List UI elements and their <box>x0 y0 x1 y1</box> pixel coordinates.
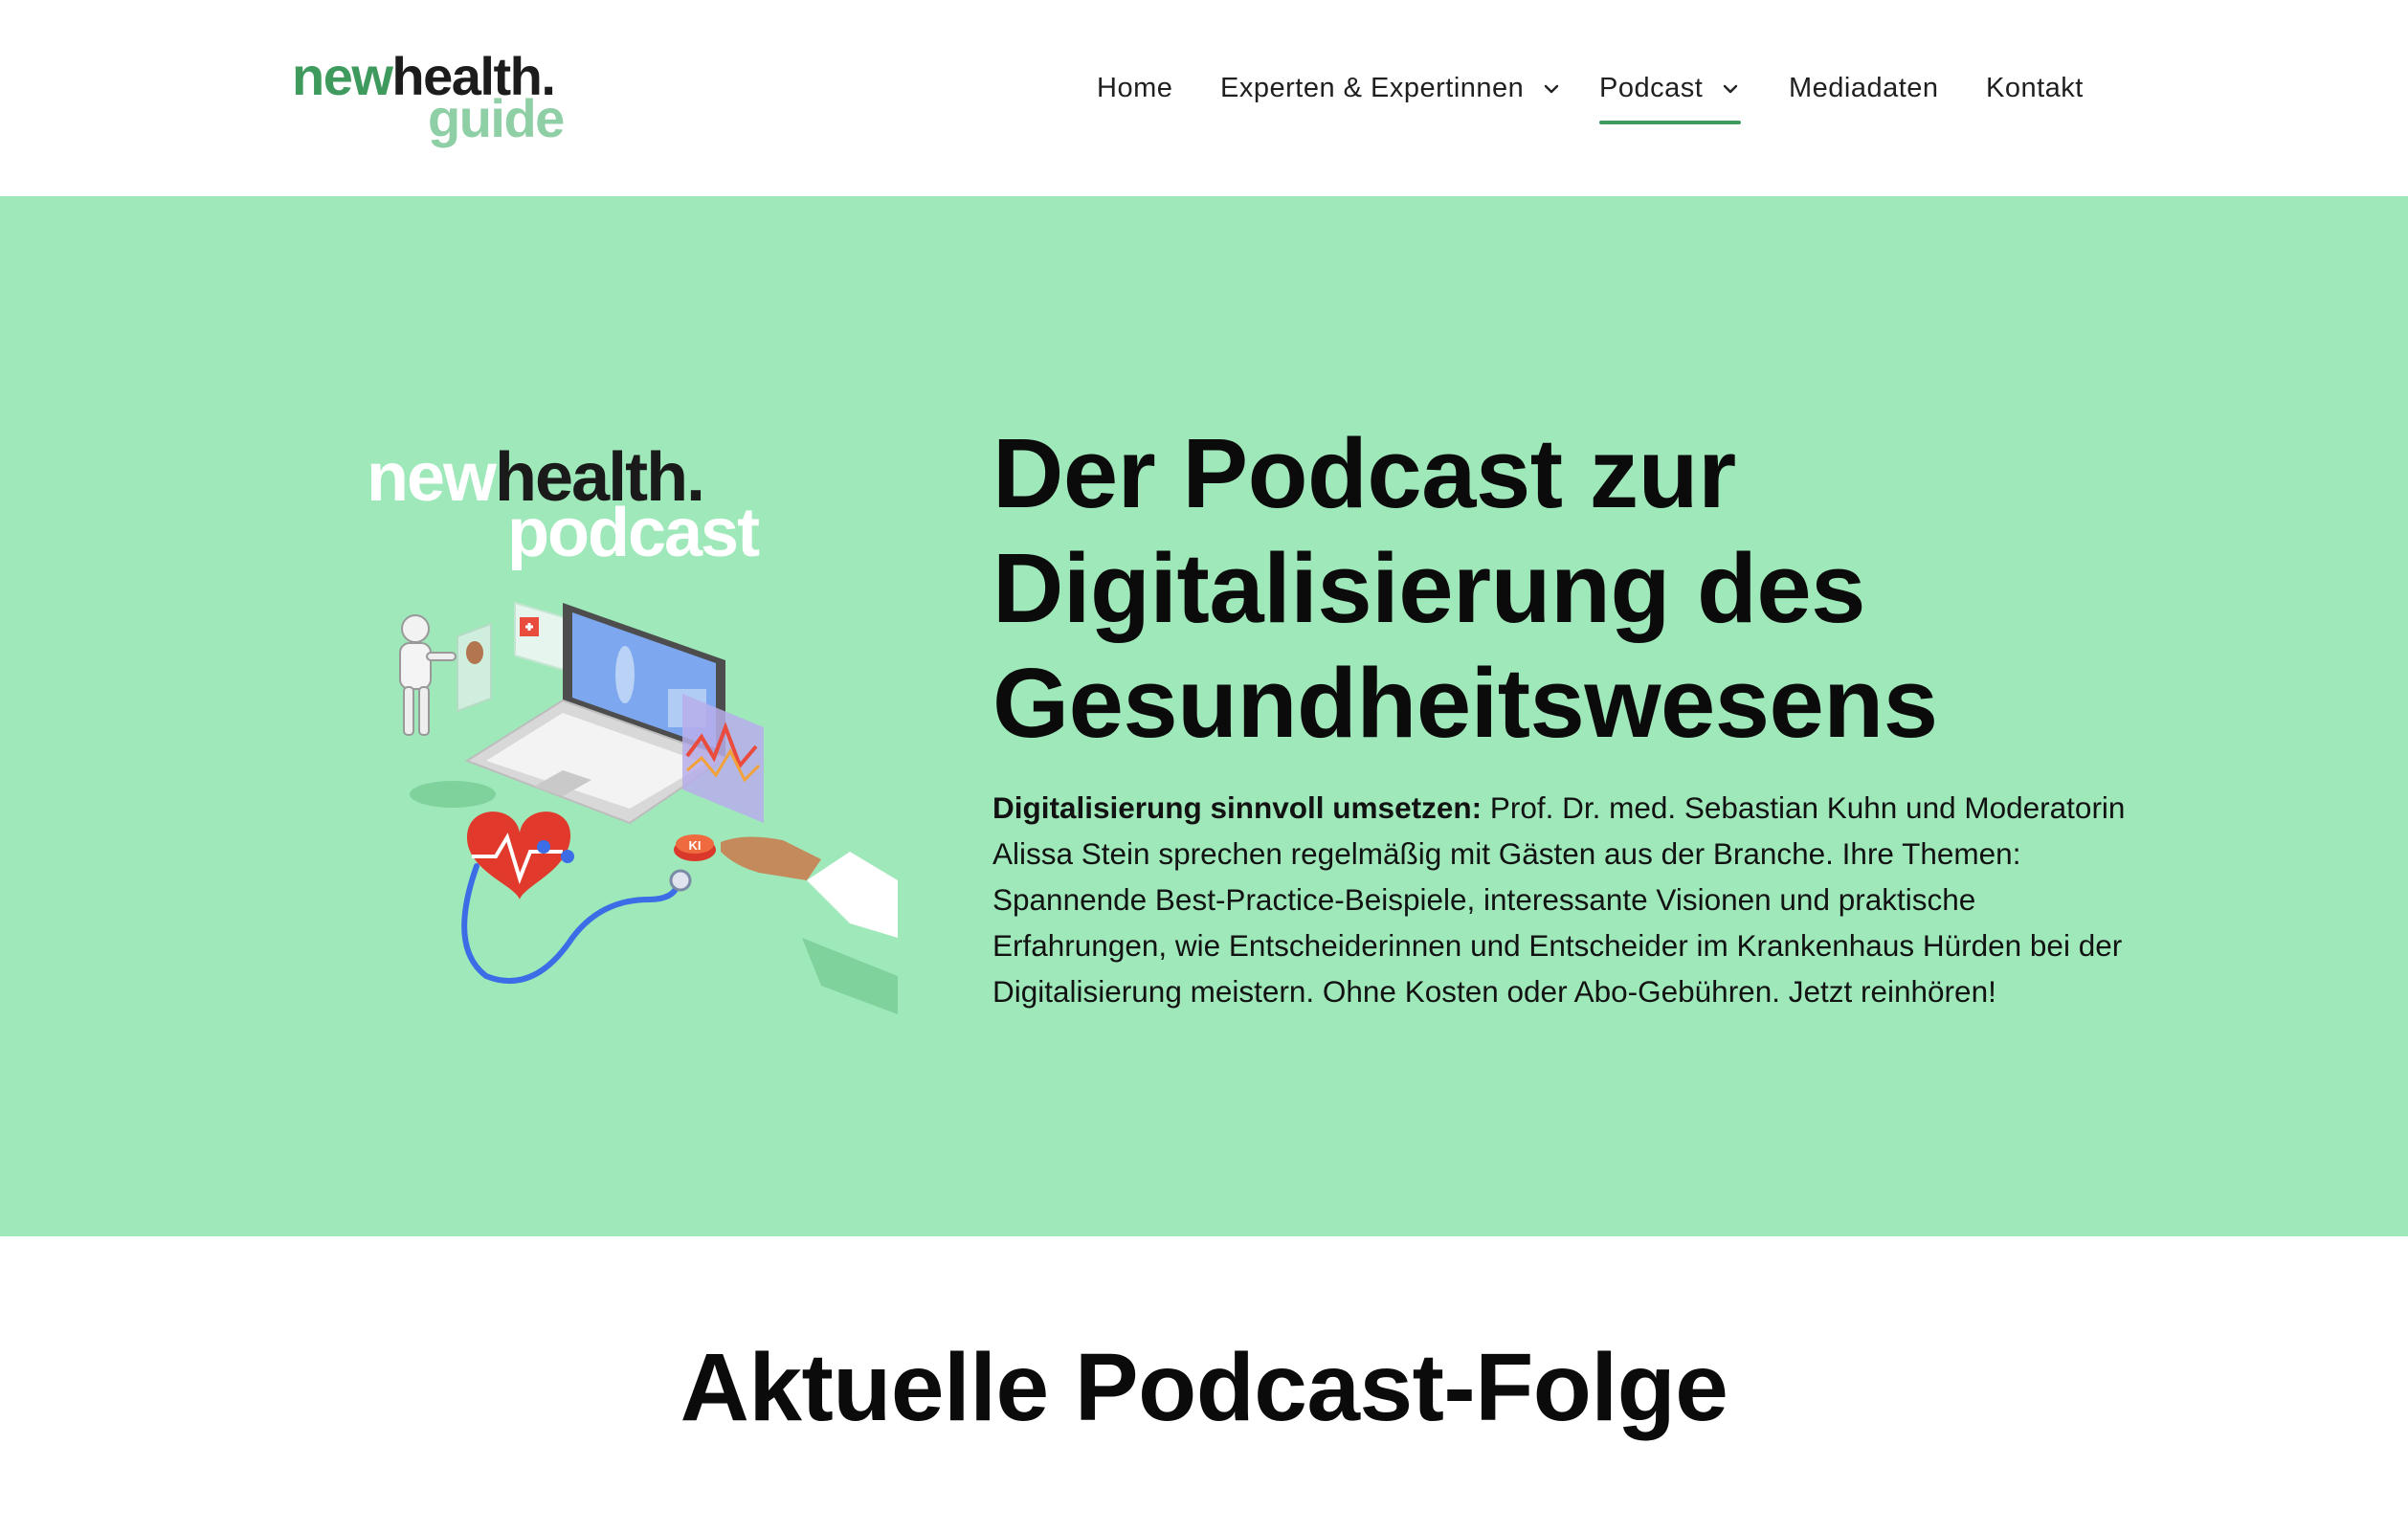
nav-item-home[interactable]: Home <box>1097 73 1172 104</box>
hero-title: Der Podcast zur Digitalisierung des Gesu… <box>992 416 2237 761</box>
nav-item-kontakt[interactable]: Kontakt <box>1986 73 2084 104</box>
nav-item-mediadaten[interactable]: Mediadaten <box>1789 73 1939 104</box>
nav-item-experten[interactable]: Experten & Expertinnen <box>1220 73 1562 104</box>
chevron-down-icon <box>1724 84 1738 93</box>
nav-item-label: Podcast <box>1599 73 1704 103</box>
active-nav-indicator <box>1599 121 1742 124</box>
site-header: newhealth. guide Home Experten & Experti… <box>0 0 2408 196</box>
hero-description: Digitalisierung sinnvoll umsetzen: Prof.… <box>992 785 2151 1014</box>
podcast-cover-image: KI newhealth. podcast <box>285 402 898 1014</box>
hero-title-line: Der Podcast zur <box>992 418 1736 528</box>
nav-item-label: Home <box>1097 73 1173 103</box>
nav-item-label: Kontakt <box>1986 73 2084 103</box>
robot-icon <box>399 614 457 736</box>
hero-title-line: Gesundheitswesens <box>992 648 1938 758</box>
hero-description-lead: Digitalisierung sinnvoll umsetzen: <box>992 790 1483 825</box>
nav-item-label: Mediadaten <box>1789 73 1939 103</box>
cover-podcast: podcast <box>507 495 760 571</box>
nav-item-podcast[interactable]: Podcast <box>1599 73 1742 124</box>
cover-new: new <box>367 439 497 516</box>
chevron-down-icon <box>1545 84 1559 93</box>
main-nav: Home Experten & Expertinnen Podcast Medi… <box>0 73 2408 124</box>
ki-badge: KI <box>689 838 702 853</box>
hero-section: KI newhealth. podcast Der Podcast zur Di… <box>0 196 2408 1236</box>
section-title: Aktuelle Podcast-Folge <box>680 1334 1728 1441</box>
hero-title-line: Digitalisierung des <box>992 533 1865 643</box>
nav-item-label: Experten & Expertinnen <box>1220 73 1525 103</box>
